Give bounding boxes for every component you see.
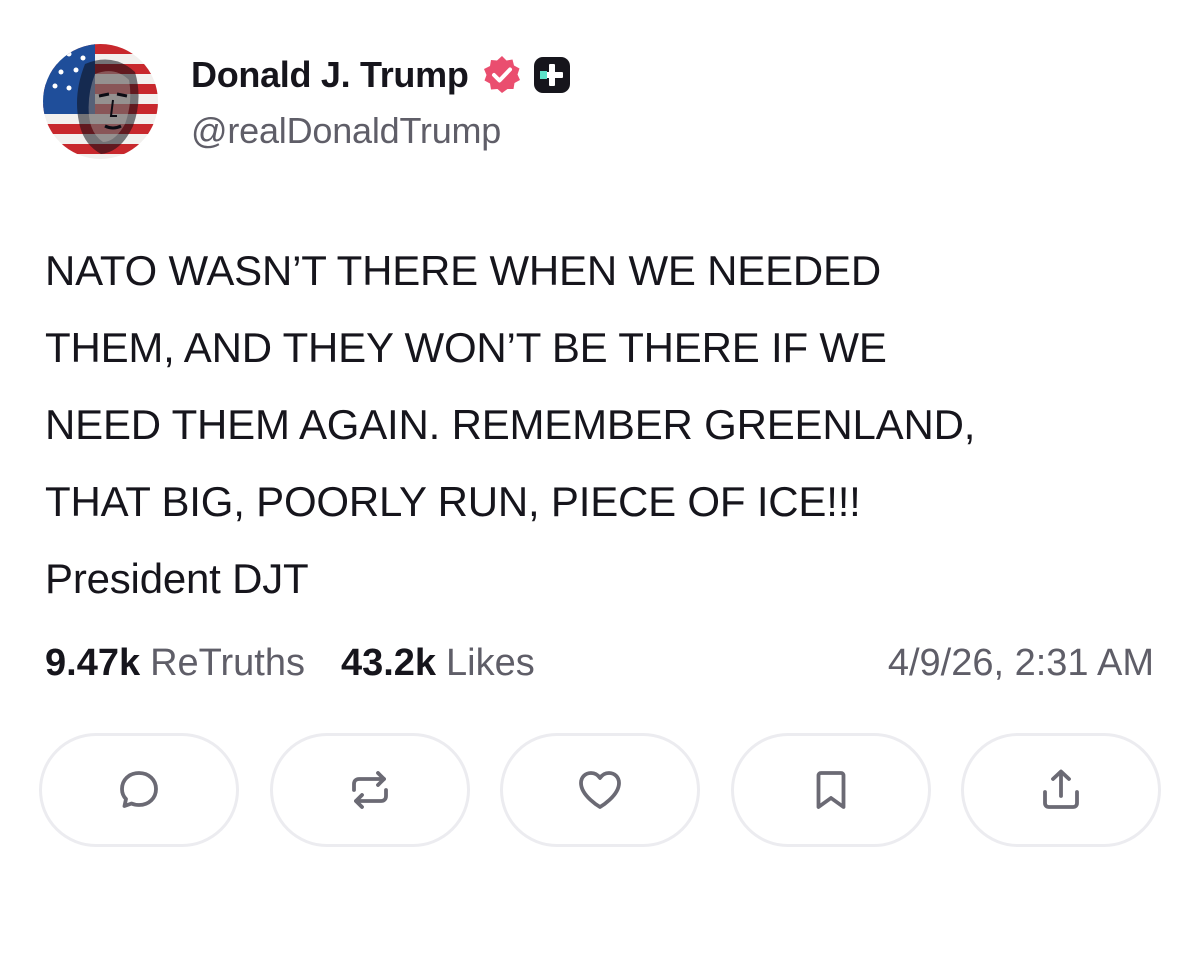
reply-button[interactable] xyxy=(39,733,239,847)
author-avatar[interactable] xyxy=(43,44,158,159)
post-stats: 9.47k ReTruths 43.2k Likes xyxy=(45,638,535,688)
bookmark-button[interactable] xyxy=(730,733,931,847)
action-bar xyxy=(39,733,1161,847)
flag-portrait-avatar-icon xyxy=(43,44,158,159)
post-text: NATO WASN’T THERE WHEN WE NEEDED THEM, A… xyxy=(45,247,976,602)
post-timestamp[interactable]: 4/9/26, 2:31 AM xyxy=(888,638,1154,688)
share-icon xyxy=(1043,769,1079,809)
retruths-count[interactable]: 9.47k xyxy=(45,642,140,685)
retruths-label[interactable]: ReTruths xyxy=(150,642,305,685)
truth-plus-badge-icon xyxy=(533,56,571,94)
bookmark-icon xyxy=(816,771,845,809)
author-name-row: Donald J. Trump xyxy=(191,50,571,100)
retruth-icon xyxy=(351,771,388,809)
post-card: Donald J. Trump @realDonaldTrump NATO WA… xyxy=(0,0,1200,965)
share-button[interactable] xyxy=(961,733,1161,847)
likes-count[interactable]: 43.2k xyxy=(341,642,436,685)
author-name[interactable]: Donald J. Trump xyxy=(191,54,469,96)
verified-badge-icon xyxy=(481,54,523,96)
retruth-button[interactable] xyxy=(269,733,470,847)
likes-label[interactable]: Likes xyxy=(446,642,535,685)
heart-icon xyxy=(579,771,621,809)
like-button[interactable] xyxy=(500,733,700,847)
author-handle[interactable]: @realDonaldTrump xyxy=(191,110,501,152)
reply-icon xyxy=(120,771,158,808)
